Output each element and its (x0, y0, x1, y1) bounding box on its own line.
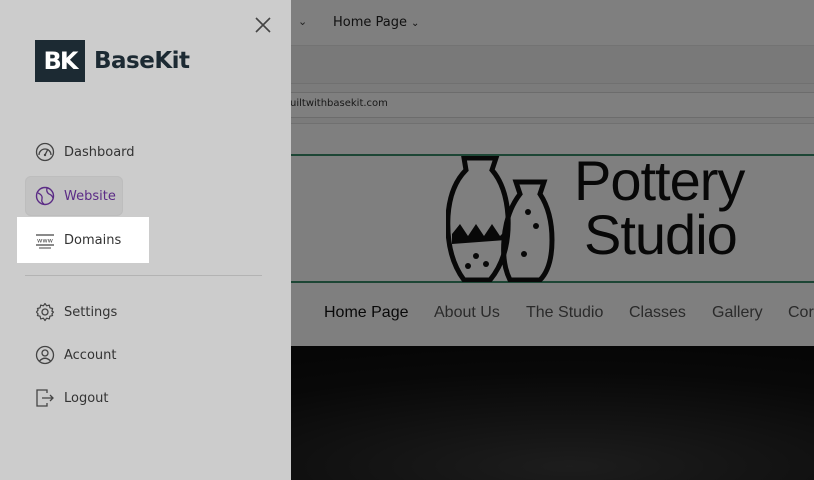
menu-item-logout[interactable]: Logout (25, 378, 225, 418)
menu-item-account[interactable]: Account (25, 335, 225, 375)
menu-item-label: Website (64, 188, 116, 204)
gear-icon (35, 302, 55, 322)
menu-item-settings[interactable]: Settings (25, 292, 225, 332)
user-circle-icon (35, 345, 55, 365)
menu-item-label: Domains (64, 232, 122, 248)
brand-mark: BK (35, 40, 85, 82)
basekit-logo: BK BaseKit (35, 40, 190, 82)
menu-item-label: Logout (64, 390, 109, 406)
menu-item-label: Dashboard (64, 144, 135, 160)
svg-text:www: www (37, 237, 54, 245)
close-menu-button[interactable] (252, 14, 274, 36)
dashboard-gauge-icon (35, 142, 55, 162)
menu-item-dashboard[interactable]: Dashboard (25, 132, 225, 172)
brand-name: BaseKit (94, 48, 190, 74)
side-menu: BK BaseKit Dashboard Website www Domains… (0, 0, 291, 480)
globe-icon (35, 186, 55, 206)
menu-divider (25, 275, 262, 276)
menu-item-label: Settings (64, 304, 118, 320)
menu-item-label: Account (64, 347, 117, 363)
menu-item-website[interactable]: Website (25, 176, 123, 216)
www-icon: www (35, 230, 55, 250)
close-icon (255, 17, 271, 33)
menu-item-domains[interactable]: www Domains (17, 217, 149, 263)
logout-icon (35, 388, 55, 408)
